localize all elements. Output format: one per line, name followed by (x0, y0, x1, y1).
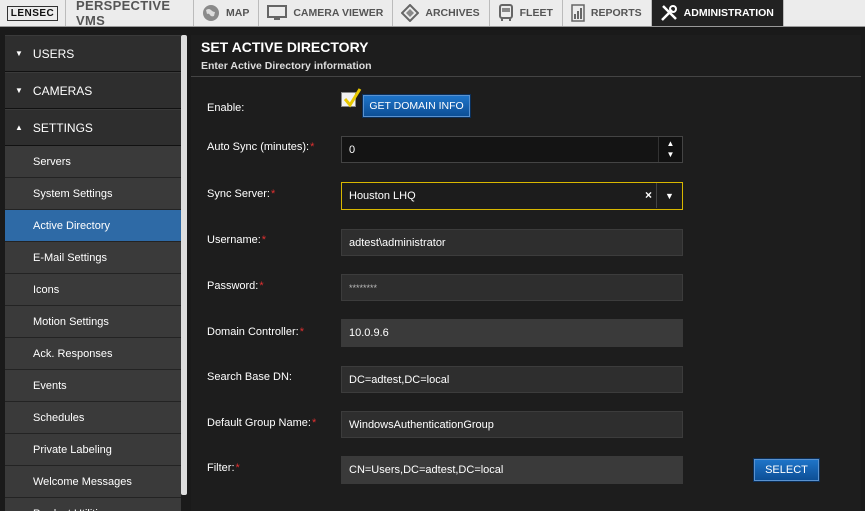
sidebar-item-system-settings[interactable]: System Settings (5, 178, 181, 210)
sidebar-item-servers[interactable]: Servers (5, 146, 181, 178)
required-marker: * (259, 280, 264, 292)
username-input[interactable]: adtest\administrator (341, 229, 683, 256)
page-title: SET ACTIVE DIRECTORY (201, 39, 369, 55)
sidebar-section-label: CAMERAS (32, 83, 93, 98)
sync-server-label: Sync Server:* (207, 188, 275, 200)
tab-fleet-label: FLEET (519, 7, 553, 19)
required-marker: * (261, 234, 267, 246)
domain-controller-label: Domain Controller:* (207, 326, 304, 338)
tab-fleet[interactable]: FLEET (490, 0, 563, 26)
tab-camera-viewer[interactable]: CAMERA VIEWER (259, 0, 394, 26)
search-base-dn-label: Search Base DN: (207, 371, 292, 383)
sync-server-label-text: Sync Server: (207, 188, 270, 200)
tools-icon (660, 4, 678, 22)
required-marker: * (235, 462, 240, 474)
select-button[interactable]: SELECT (754, 459, 819, 481)
required-marker: * (270, 188, 276, 200)
sidebar-item-active-directory[interactable]: Active Directory (5, 210, 181, 242)
tab-map[interactable]: MAP (194, 0, 260, 26)
auto-sync-label: Auto Sync (minutes):* (207, 141, 314, 153)
tab-map-label: MAP (226, 7, 250, 19)
tab-reports[interactable]: REPORTS (563, 0, 652, 26)
sidebar-item-schedules[interactable]: Schedules (5, 402, 181, 434)
sidebar-scrollbar[interactable] (181, 35, 187, 495)
enable-label: Enable: (207, 102, 245, 114)
logo-text: LENSEC (6, 5, 59, 21)
get-domain-info-button[interactable]: GET DOMAIN INFO (363, 95, 470, 117)
tab-archives[interactable]: ARCHIVES (393, 0, 490, 26)
sidebar-section-users[interactable]: ▼ USERS (5, 35, 181, 72)
lensec-logo: LENSEC (0, 0, 66, 26)
sidebar-item-icons[interactable]: Icons (5, 274, 181, 306)
sidebar-item-product-utilities[interactable]: Product Utilities (5, 498, 181, 511)
tab-administration[interactable]: ADMINISTRATION (651, 0, 784, 26)
filter-field: CN=Users,DC=adtest,DC=local (341, 456, 683, 484)
default-group-label: Default Group Name:* (207, 417, 316, 429)
triangle-down-icon: ▼ (15, 86, 23, 95)
sidebar-item-email-settings[interactable]: E-Mail Settings (5, 242, 181, 274)
sidebar-item-welcome-messages[interactable]: Welcome Messages (5, 466, 181, 498)
auto-sync-label-text: Auto Sync (minutes): (207, 141, 310, 153)
password-label-text: Password: (207, 280, 259, 292)
default-group-input[interactable]: WindowsAuthenticationGroup (341, 411, 683, 438)
sidebar: ▼ USERS ▼ CAMERAS ▲ SETTINGS Servers Sys… (5, 35, 181, 511)
enable-checkbox[interactable] (341, 88, 362, 108)
required-marker: * (299, 326, 304, 338)
sync-server-value: Houston LHQ (349, 190, 416, 202)
sidebar-section-cameras[interactable]: ▼ CAMERAS (5, 72, 181, 109)
auto-sync-value: 0 (349, 143, 356, 156)
page-subtitle: Enter Active Directory information (201, 60, 372, 72)
search-base-dn-input[interactable]: DC=adtest,DC=local (341, 366, 683, 393)
monitor-icon (267, 5, 288, 21)
password-input[interactable]: ******** (341, 274, 683, 301)
default-group-label-text: Default Group Name: (207, 417, 311, 429)
tab-administration-label: ADMINISTRATION (683, 7, 774, 19)
username-label-text: Username: (207, 234, 261, 246)
sidebar-item-motion-settings[interactable]: Motion Settings (5, 306, 181, 338)
sidebar-section-label: USERS (32, 46, 75, 61)
triangle-up-icon: ▲ (15, 123, 23, 132)
chevron-down-icon[interactable]: ▼ (656, 183, 682, 208)
domain-controller-label-text: Domain Controller: (207, 326, 299, 338)
tab-archives-label: ARCHIVES (425, 7, 480, 19)
sidebar-section-settings[interactable]: ▲ SETTINGS (5, 109, 181, 146)
sidebar-item-ack-responses[interactable]: Ack. Responses (5, 338, 181, 370)
tab-reports-label: REPORTS (590, 7, 642, 19)
clear-icon[interactable]: × (645, 188, 652, 202)
required-marker: * (311, 417, 317, 429)
required-marker: * (310, 141, 315, 153)
filter-label: Filter:* (207, 462, 240, 474)
password-label: Password:* (207, 280, 264, 292)
report-icon (571, 4, 585, 22)
checkmark-icon (343, 88, 362, 108)
domain-controller-field: 10.0.9.6 (341, 319, 683, 347)
sync-server-select[interactable]: Houston LHQ × ▼ (341, 182, 683, 210)
top-nav-bar: LENSEC PERSPECTIVE VMS MAP CAMERA VIEWER… (0, 0, 865, 28)
stepper-down-icon[interactable]: ▼ (667, 151, 675, 159)
bus-icon (498, 4, 514, 22)
globe-icon (202, 4, 220, 22)
stepper-up-icon[interactable]: ▲ (667, 140, 675, 148)
sidebar-item-events[interactable]: Events (5, 370, 181, 402)
panel-header: SET ACTIVE DIRECTORY Enter Active Direct… (191, 35, 861, 77)
auto-sync-stepper[interactable]: ▲ ▼ (658, 137, 682, 162)
sidebar-section-label: SETTINGS (32, 120, 93, 135)
username-label: Username:* (207, 234, 266, 246)
app-title: PERSPECTIVE VMS (66, 0, 194, 28)
tab-camera-viewer-label: CAMERA VIEWER (293, 7, 384, 19)
filter-label-text: Filter: (207, 462, 235, 474)
archive-diamond-icon (401, 4, 420, 22)
main-panel: SET ACTIVE DIRECTORY Enter Active Direct… (191, 35, 861, 511)
auto-sync-input[interactable]: 0 ▲ ▼ (341, 136, 683, 163)
sidebar-item-private-labeling[interactable]: Private Labeling (5, 434, 181, 466)
triangle-down-icon: ▼ (15, 49, 23, 58)
